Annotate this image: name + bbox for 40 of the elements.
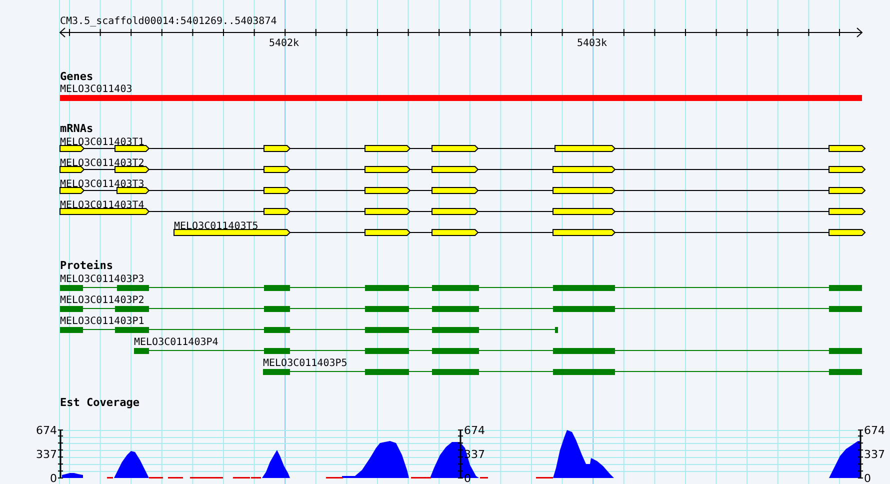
zero-coverage-mark <box>149 477 163 478</box>
zero-coverage-mark <box>190 477 223 478</box>
zero-coverage-mark <box>480 477 488 478</box>
feature-label: MELO3C011403P5 <box>263 358 348 369</box>
coverage-peak <box>553 430 614 478</box>
track-title: Est Coverage <box>60 396 140 409</box>
coverage-axis <box>858 430 864 478</box>
coverage-peak <box>114 451 149 478</box>
zero-coverage-mark <box>411 477 431 478</box>
zero-coverage-mark <box>107 477 113 478</box>
axis-tick-label: 337 <box>36 448 57 461</box>
coverage-peak <box>342 441 409 478</box>
feature-label: MELO3C011403 <box>60 84 132 95</box>
axis-tick-label: 674 <box>864 424 885 437</box>
axis-tick-label: 674 <box>464 424 485 437</box>
zero-coverage-mark <box>536 477 553 478</box>
track-title: mRNAs <box>60 122 94 135</box>
feature-label: MELO3C011403T4 <box>60 200 144 211</box>
feature-label: MELO3C011403P4 <box>134 337 218 348</box>
coverage-peak <box>62 473 83 478</box>
track-title: Genes <box>60 70 94 83</box>
axis-tick-label: 337 <box>864 448 885 461</box>
ruler-tick-label: 5403k <box>576 38 608 49</box>
feature-label: MELO3C011403P2 <box>60 295 144 306</box>
coverage-peak <box>829 441 860 478</box>
axis-tick-label: 0 <box>864 472 871 484</box>
track-title: Proteins <box>60 259 113 272</box>
region-label: CM3.5_scaffold00014:5401269..5403874 <box>60 16 277 27</box>
feature-label: MELO3C011403T5 <box>174 221 258 232</box>
axis-tick-label: 0 <box>50 472 57 484</box>
coverage-axis <box>458 430 464 478</box>
zero-coverage-mark <box>326 477 343 478</box>
feature-label: MELO3C011403P3 <box>60 274 144 285</box>
axis-tick-label: 674 <box>36 424 57 437</box>
feature-label: MELO3C011403T3 <box>60 179 144 190</box>
feature-label: MELO3C011403P1 <box>60 316 144 327</box>
coverage-axis <box>58 430 64 478</box>
coverage-peak <box>262 450 290 478</box>
zero-coverage-mark <box>168 477 183 478</box>
ruler-tick-label: 5402k <box>268 38 300 49</box>
